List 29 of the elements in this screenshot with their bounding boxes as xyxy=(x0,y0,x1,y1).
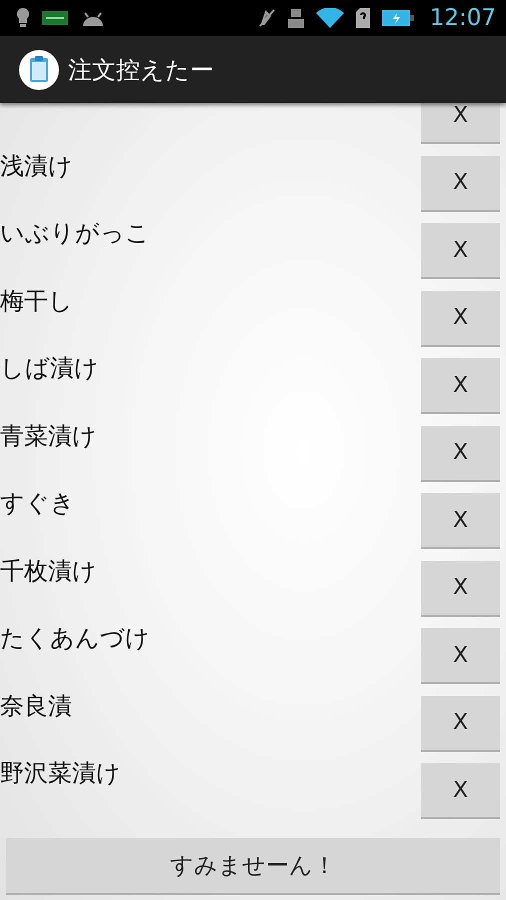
delete-button[interactable]: X xyxy=(421,290,500,346)
item-name: 梅干し xyxy=(0,286,73,316)
delete-button[interactable]: X xyxy=(421,628,500,684)
item-name: たくあんづけ xyxy=(0,624,150,653)
app-title: 注文控えたー xyxy=(68,54,214,86)
item-name: 千枚漬け xyxy=(0,556,97,586)
delete-button[interactable]: X xyxy=(421,560,500,616)
delete-button[interactable]: X xyxy=(421,156,500,212)
item-name: しば漬け xyxy=(0,354,99,383)
call-button[interactable]: すみませーん！ xyxy=(6,838,500,895)
delete-button[interactable]: X xyxy=(421,358,500,414)
delete-button[interactable]: X xyxy=(421,696,500,752)
item-name: いぶりがっこ xyxy=(0,219,150,248)
item-name: 野沢菜漬け xyxy=(0,759,121,788)
delete-button[interactable]: X xyxy=(421,763,500,819)
battery-icon xyxy=(382,10,414,26)
wifi-icon xyxy=(316,8,344,28)
item-name: 浅漬け xyxy=(0,152,73,180)
item-name: すぐき xyxy=(0,489,75,518)
clipboard-icon[interactable] xyxy=(18,48,60,90)
delete-button[interactable]: X xyxy=(421,103,500,144)
sim-card-icon xyxy=(356,8,370,28)
delete-button[interactable]: X xyxy=(421,493,500,549)
delete-button[interactable]: X xyxy=(421,426,500,482)
item-name: 青菜漬け xyxy=(0,422,97,450)
clock: 12:07 xyxy=(430,5,496,31)
item-name: 奈良漬 xyxy=(0,692,72,720)
lightbulb-icon xyxy=(16,7,30,29)
delete-button[interactable]: X xyxy=(421,223,500,279)
